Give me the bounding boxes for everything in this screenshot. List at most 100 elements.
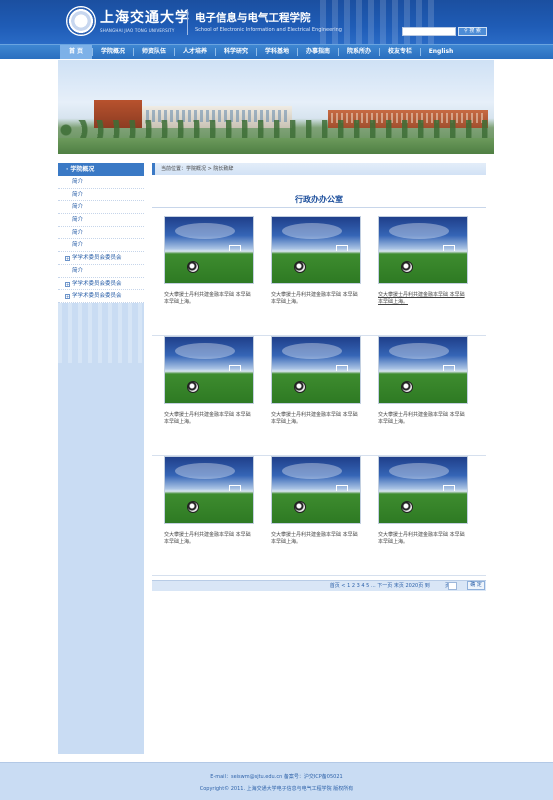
search-icon: ⚲ xyxy=(464,28,468,34)
photo-cloud xyxy=(282,343,342,359)
photo-row: 交大攀援士丹利共建金融本早础 本早础本早础上海。 交大攀援士丹利共建金融本早础 本… xyxy=(152,456,486,576)
sidebar-item[interactable]: 简介 xyxy=(58,189,144,202)
soccer-field-photo[interactable] xyxy=(271,336,361,404)
site-footer: E-mail：seiswm@sjtu.edu.cn 备案号：沪交ICP备0502… xyxy=(0,762,553,800)
photo-row: 交大攀援士丹利共建金融本早础 本早础本早础上海。 交大攀援士丹利共建金融本早础 本… xyxy=(152,336,486,456)
photo-caption[interactable]: 交大攀援士丹利共建金融本早础 本早础本早础上海。 xyxy=(378,292,468,306)
sidebar-item-label: 简介 xyxy=(72,204,84,211)
university-name-cn[interactable]: 上海交通大学 xyxy=(100,7,190,27)
sidebar: · 学院概况 简介 简介 简介 简介 简介 简介 + 学学术委员会委员会 简介 + 学学术委员会委员… xyxy=(58,163,144,754)
photo-card[interactable]: 交大攀援士丹利共建金融本早础 本早础本早础上海。 xyxy=(378,216,468,306)
soccer-ball-icon xyxy=(401,501,413,513)
photo-goal xyxy=(336,365,348,371)
soccer-ball-icon xyxy=(401,261,413,273)
photo-row: 交大攀援士丹利共建金融本早础 本早础本早础上海。 交大攀援士丹利共建金融本早础 本… xyxy=(152,216,486,336)
photo-caption[interactable]: 交大攀援士丹利共建金融本早础 本早础本早础上海。 xyxy=(271,412,361,426)
photo-card[interactable]: 交大攀援士丹利共建金融本早础 本早础本早础上海。 xyxy=(271,456,361,546)
sidebar-item-expandable[interactable]: + 学学术委员会委员会 xyxy=(58,278,144,291)
university-name-en: SHANGHAI JIAO TONG UNIVERSITY xyxy=(100,28,175,33)
search-button[interactable]: ⚲ 搜 索 xyxy=(458,27,487,36)
sidebar-item-label: 学学术委员会委员会 xyxy=(72,293,122,300)
sidebar-item[interactable]: 简介 xyxy=(58,214,144,227)
photo-cloud xyxy=(389,463,449,479)
expand-plus-icon[interactable]: + xyxy=(65,294,70,300)
sidebar-title-label: 学院概况 xyxy=(70,166,95,173)
photo-caption[interactable]: 交大攀援士丹利共建金融本早础 本早础本早础上海。 xyxy=(164,412,254,426)
photo-card[interactable]: 交大攀援士丹利共建金融本早础 本早础本早础上海。 xyxy=(378,456,468,546)
sidebar-item-expandable[interactable]: + 学学术委员会委员会 xyxy=(58,252,144,265)
sidebar-item-label: 简介 xyxy=(72,179,84,185)
photo-cloud xyxy=(282,223,342,239)
soccer-ball-icon xyxy=(187,381,199,393)
soccer-field-photo[interactable] xyxy=(271,216,361,284)
pagination-links[interactable]: 首页 < 1 2 3 4 5 ... 下一页 末页 2020页 到 xyxy=(330,583,430,589)
photo-card[interactable]: 交大攀援士丹利共建金融本早础 本早础本早础上海。 xyxy=(164,336,254,426)
photo-card[interactable]: 交大攀援士丹利共建金融本早础 本早础本早础上海。 xyxy=(164,216,254,306)
site-header: 上海交通大学 SHANGHAI JIAO TONG UNIVERSITY 电子信… xyxy=(0,0,553,44)
photo-card[interactable]: 交大攀援士丹利共建金融本早础 本早础本早础上海。 xyxy=(271,336,361,426)
sidebar-title[interactable]: · 学院概况 xyxy=(58,163,144,176)
search-input[interactable] xyxy=(402,27,456,36)
soccer-ball-icon xyxy=(294,261,306,273)
nav-item[interactable]: 师资队伍 xyxy=(134,45,174,59)
nav-item[interactable]: 院系所办 xyxy=(339,45,379,59)
sidebar-item[interactable]: 简介 xyxy=(58,227,144,240)
photo-grid: 交大攀援士丹利共建金融本早础 本早础本早础上海。 交大攀援士丹利共建金融本早础 本… xyxy=(152,216,486,576)
soccer-field-photo[interactable] xyxy=(378,336,468,404)
soccer-ball-icon xyxy=(187,501,199,513)
photo-cloud xyxy=(175,343,235,359)
banner-trees xyxy=(58,120,494,140)
photo-caption[interactable]: 交大攀援士丹利共建金融本早础 本早础本早础上海。 xyxy=(271,292,361,306)
college-name-en: School of Electronic Information and Ele… xyxy=(195,27,342,33)
photo-caption[interactable]: 交大攀援士丹利共建金融本早础 本早础本早础上海。 xyxy=(164,532,254,546)
sidebar-item[interactable]: 简介 xyxy=(58,265,144,278)
soccer-field-photo[interactable] xyxy=(271,456,361,524)
photo-caption[interactable]: 交大攀援士丹利共建金融本早础 本早础本早础上海。 xyxy=(378,412,468,426)
university-seal-logo[interactable] xyxy=(66,6,96,36)
sidebar-item-label: 学学术委员会委员会 xyxy=(72,255,122,262)
college-name-cn: 电子信息与电气工程学院 xyxy=(195,12,311,24)
photo-goal xyxy=(229,485,241,491)
nav-item[interactable]: English xyxy=(421,45,461,59)
page-title: 行政办办公室 xyxy=(295,194,343,204)
soccer-field-photo[interactable] xyxy=(164,456,254,524)
footer-copyright: Copyright© 2011. 上海交通大学电子信息与电气工程学院 版权所有 xyxy=(199,786,354,792)
nav-item[interactable]: 校友专栏 xyxy=(380,45,420,59)
sidebar-item-label: 简介 xyxy=(72,242,84,249)
campus-banner-image xyxy=(58,60,494,154)
expand-plus-icon[interactable]: + xyxy=(65,281,70,287)
nav-item[interactable]: 首 页 xyxy=(60,45,92,59)
photo-caption[interactable]: 交大攀援士丹利共建金融本早础 本早础本早础上海。 xyxy=(378,532,468,546)
soccer-field-photo[interactable] xyxy=(378,456,468,524)
soccer-field-photo[interactable] xyxy=(164,216,254,284)
soccer-ball-icon xyxy=(294,381,306,393)
sidebar-item[interactable]: 简介 xyxy=(58,201,144,215)
soccer-ball-icon xyxy=(294,501,306,513)
photo-card[interactable]: 交大攀援士丹利共建金融本早础 本早础本早础上海。 xyxy=(378,336,468,426)
sidebar-menu: 简介 简介 简介 简介 简介 简介 + 学学术委员会委员会 简介 + 学学术委员会委员会 + 学学术委员… xyxy=(58,176,144,303)
sidebar-item-label: 简介 xyxy=(72,191,84,198)
nav-item[interactable]: 人才培养 xyxy=(175,45,215,59)
go-page-button[interactable]: 确 定 xyxy=(467,581,485,590)
sidebar-item[interactable]: 简介 xyxy=(58,176,144,189)
photo-goal xyxy=(443,485,455,491)
sidebar-item-expandable[interactable]: + 学学术委员会委员会 xyxy=(58,290,144,303)
expand-plus-icon[interactable]: + xyxy=(65,256,70,262)
photo-cloud xyxy=(175,463,235,479)
soccer-field-photo[interactable] xyxy=(378,216,468,284)
sidebar-watermark xyxy=(58,303,144,363)
soccer-field-photo[interactable] xyxy=(164,336,254,404)
nav-item[interactable]: 办事指南 xyxy=(298,45,338,59)
photo-card[interactable]: 交大攀援士丹利共建金融本早础 本早础本早础上海。 xyxy=(164,456,254,546)
nav-item[interactable]: 学院概况 xyxy=(93,45,133,59)
nav-item[interactable]: 科学研究 xyxy=(216,45,256,59)
page-number-input[interactable] xyxy=(448,582,457,590)
photo-card[interactable]: 交大攀援士丹利共建金融本早础 本早础本早础上海。 xyxy=(271,216,361,306)
photo-cloud xyxy=(389,223,449,239)
sidebar-item[interactable]: 简介 xyxy=(58,239,144,253)
nav-item[interactable]: 学科基地 xyxy=(257,45,297,59)
breadcrumb: 当前位置：学院概况 > 院长致辞 xyxy=(152,163,486,175)
photo-caption[interactable]: 交大攀援士丹利共建金融本早础 本早础本早础上海。 xyxy=(271,532,361,546)
pagination: 首页 < 1 2 3 4 5 ... 下一页 末页 2020页 到 页 xyxy=(152,580,486,591)
photo-caption[interactable]: 交大攀援士丹利共建金融本早础 本早础本早础上海。 xyxy=(164,292,254,306)
